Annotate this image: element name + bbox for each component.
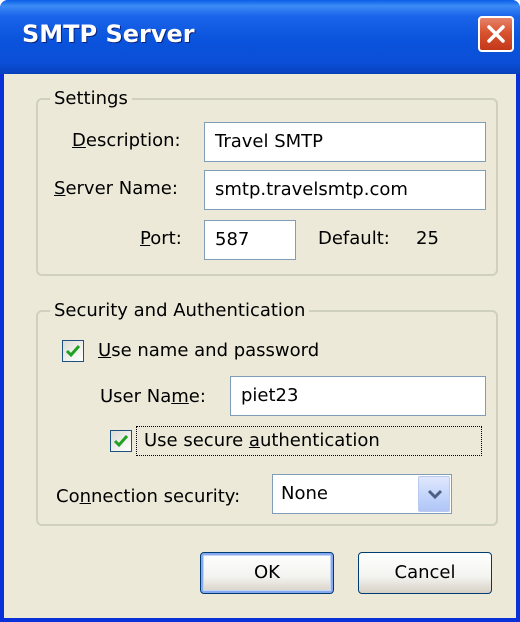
checkmark-icon [113, 435, 129, 448]
port-label: Port: [140, 228, 182, 249]
chevron-down-icon [427, 489, 443, 500]
close-button[interactable] [478, 16, 514, 52]
connection-security-label: Connection security: [56, 486, 241, 507]
cancel-button[interactable]: Cancel [358, 552, 492, 594]
default-port-label: Default: [318, 228, 390, 249]
connection-security-value: None [281, 483, 328, 504]
use-name-password-label[interactable]: Use name and password [98, 340, 319, 362]
description-label: Description: [72, 130, 181, 151]
title-bar[interactable]: SMTP Server [0, 0, 520, 74]
settings-group-label: Settings [50, 88, 132, 110]
default-port-value: 25 [416, 228, 439, 249]
user-name-field[interactable]: piet23 [230, 376, 486, 416]
secure-auth-checkbox[interactable] [110, 430, 132, 452]
dropdown-button[interactable] [418, 476, 450, 512]
smtp-server-dialog: SMTP Server Settings Description: Travel… [0, 0, 520, 622]
window-title: SMTP Server [22, 20, 195, 48]
server-name-label: Server Name: [54, 178, 178, 199]
connection-security-select[interactable]: None [272, 474, 452, 514]
server-name-field[interactable]: smtp.travelsmtp.com [204, 170, 486, 210]
checkmark-icon [65, 345, 81, 358]
ok-button[interactable]: OK [200, 552, 334, 594]
port-field[interactable]: 587 [204, 220, 296, 260]
use-name-password-checkbox[interactable] [62, 340, 84, 362]
security-group-label: Security and Authentication [50, 300, 310, 322]
close-icon [487, 25, 505, 43]
secure-auth-label[interactable]: Use secure authentication [144, 430, 380, 452]
user-name-label: User Name: [100, 386, 206, 407]
description-field[interactable]: Travel SMTP [204, 122, 486, 162]
